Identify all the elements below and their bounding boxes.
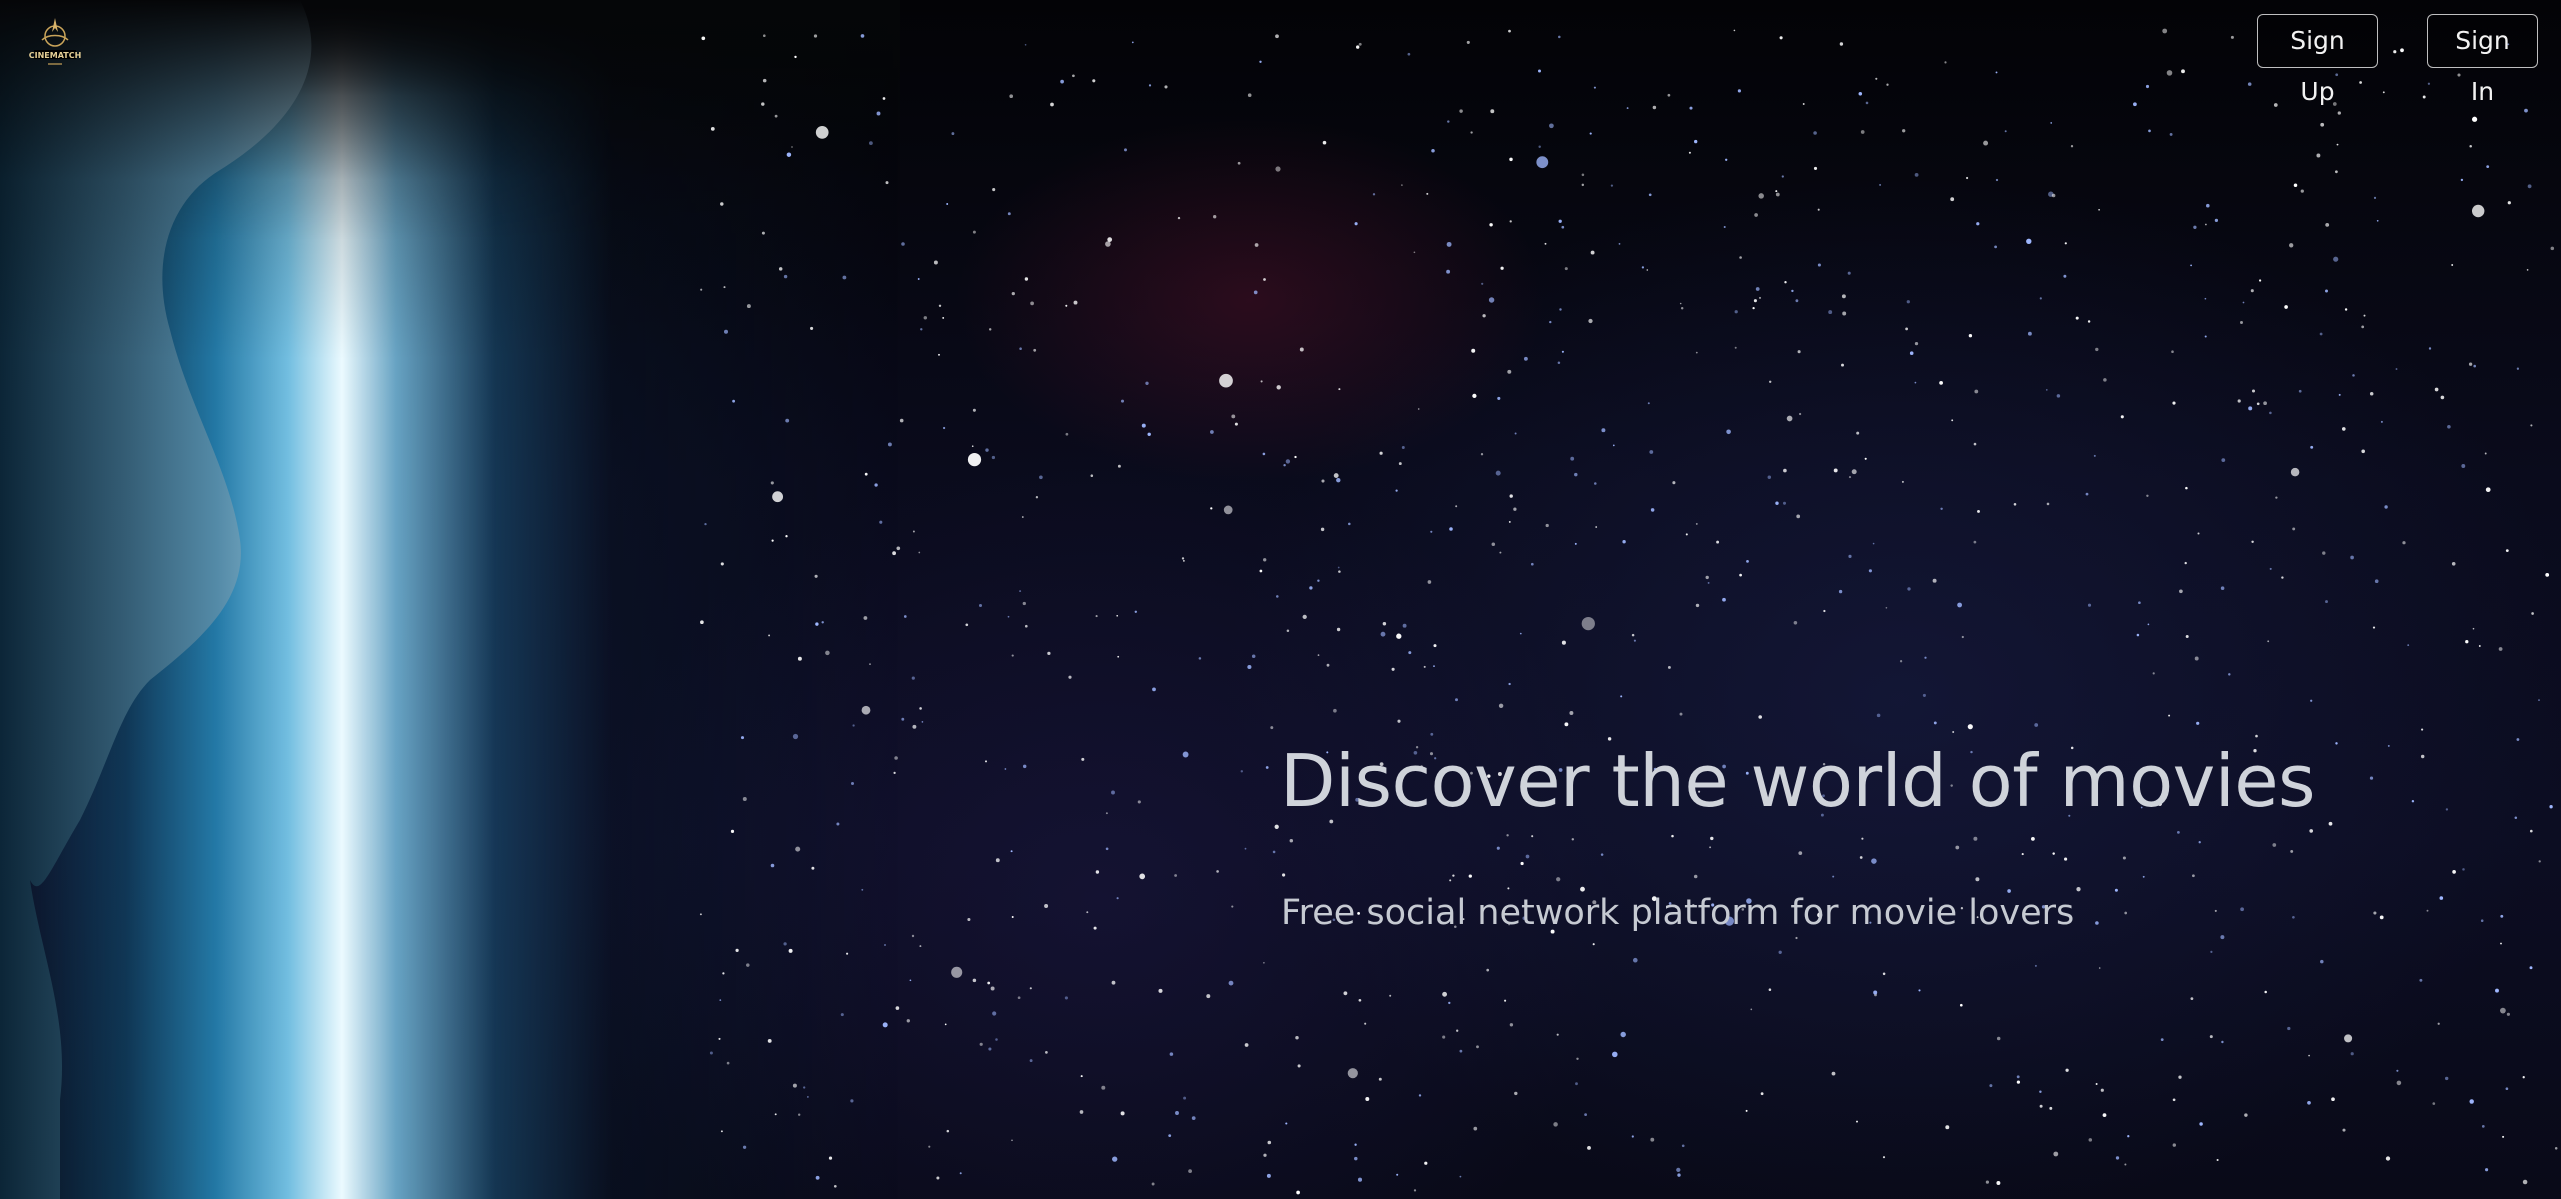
hero-subtitle: Free social network platform for movie l… (1281, 893, 2075, 933)
sign-up-button[interactable]: Sign Up (2257, 14, 2378, 106)
sign-in-button[interactable]: Sign In (2427, 14, 2538, 106)
logo-text: CINEMATCH (29, 51, 82, 60)
cinematch-logo-icon[interactable]: CINEMATCH (28, 14, 82, 72)
star-field (699, 28, 2558, 1195)
hero-title: Discover the world of movies (1280, 739, 2316, 823)
landing-page: CINEMATCH Sign Up Sign In Discover the w… (0, 0, 2561, 1199)
